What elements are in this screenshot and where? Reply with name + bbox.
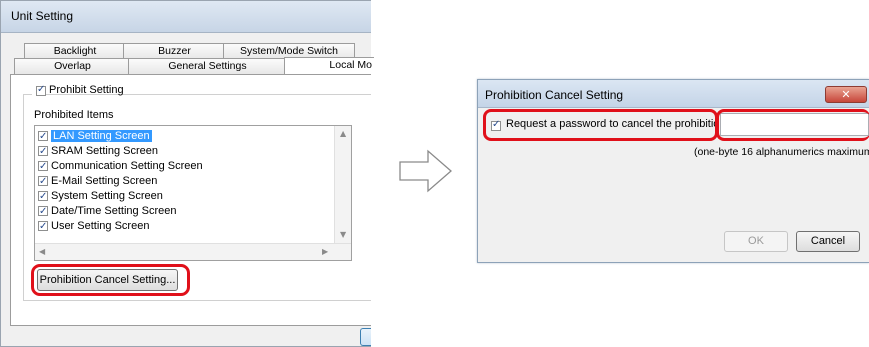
list-item[interactable]: E-Mail Setting Screen	[38, 174, 157, 189]
list-item[interactable]: User Setting Screen	[38, 219, 149, 234]
cancel-button[interactable]: Cancel	[796, 231, 860, 252]
dialog-title: Prohibition Cancel Setting	[485, 88, 624, 102]
list-item[interactable]: System Setting Screen	[38, 189, 163, 204]
item-checkbox[interactable]	[38, 144, 48, 159]
prohibited-items-list[interactable]: LAN Setting Screen SRAM Setting Screen C…	[34, 125, 352, 261]
ok-button[interactable]: OK	[724, 231, 788, 252]
list-item[interactable]: SRAM Setting Screen	[38, 144, 158, 159]
prohibited-items-label: Prohibited Items	[34, 109, 114, 121]
list-item-label: Communication Setting Screen	[51, 160, 203, 172]
item-checkbox[interactable]	[38, 159, 48, 174]
prohibit-setting-checkbox[interactable]	[36, 84, 46, 96]
item-checkbox[interactable]	[38, 189, 48, 204]
dialog-title-bar: Prohibition Cancel Setting ✕	[478, 80, 869, 108]
right-arrow-icon	[399, 149, 452, 193]
password-hint: (one-byte 16 alphanumerics maximum)	[694, 146, 869, 158]
list-item-label: User Setting Screen	[51, 220, 150, 232]
prohibit-setting-checkbox-area[interactable]	[32, 84, 46, 98]
list-item-label: Date/Time Setting Screen	[51, 205, 177, 217]
prohibit-setting-label: Prohibit Setting	[49, 84, 124, 96]
item-checkbox[interactable]	[38, 129, 48, 144]
unit-setting-title-bar: Unit Setting	[1, 1, 371, 33]
item-checkbox[interactable]	[38, 204, 48, 219]
scroll-down-icon[interactable]: ▼	[340, 230, 346, 239]
list-item-label: LAN Setting Screen	[51, 130, 152, 142]
scroll-right-icon[interactable]: ▶	[322, 247, 328, 256]
item-checkbox[interactable]	[38, 219, 48, 234]
prohibition-cancel-setting-dialog: Prohibition Cancel Setting ✕ Request a p…	[477, 79, 869, 263]
list-item[interactable]: Communication Setting Screen	[38, 159, 203, 174]
tab-general-settings[interactable]: General Settings	[128, 58, 287, 75]
item-checkbox[interactable]	[38, 174, 48, 189]
list-horizontal-scrollbar[interactable]: ◀ ▶	[35, 243, 351, 260]
highlight-frame	[716, 109, 869, 141]
highlight-frame	[483, 109, 718, 141]
ok-button-partial[interactable]	[360, 328, 371, 346]
scroll-up-icon[interactable]: ▲	[340, 129, 346, 138]
list-item[interactable]: LAN Setting Screen	[38, 129, 152, 144]
list-item-label: System Setting Screen	[51, 190, 163, 202]
tab-overlap[interactable]: Overlap	[14, 58, 131, 75]
unit-setting-title: Unit Setting	[11, 9, 74, 23]
close-icon[interactable]: ✕	[825, 86, 867, 103]
scroll-left-icon[interactable]: ◀	[39, 247, 45, 256]
list-item-label: SRAM Setting Screen	[51, 145, 158, 157]
list-vertical-scrollbar[interactable]: ▲ ▼	[334, 126, 351, 244]
highlight-frame	[31, 264, 190, 296]
list-item[interactable]: Date/Time Setting Screen	[38, 204, 177, 219]
list-item-label: E-Mail Setting Screen	[51, 175, 158, 187]
